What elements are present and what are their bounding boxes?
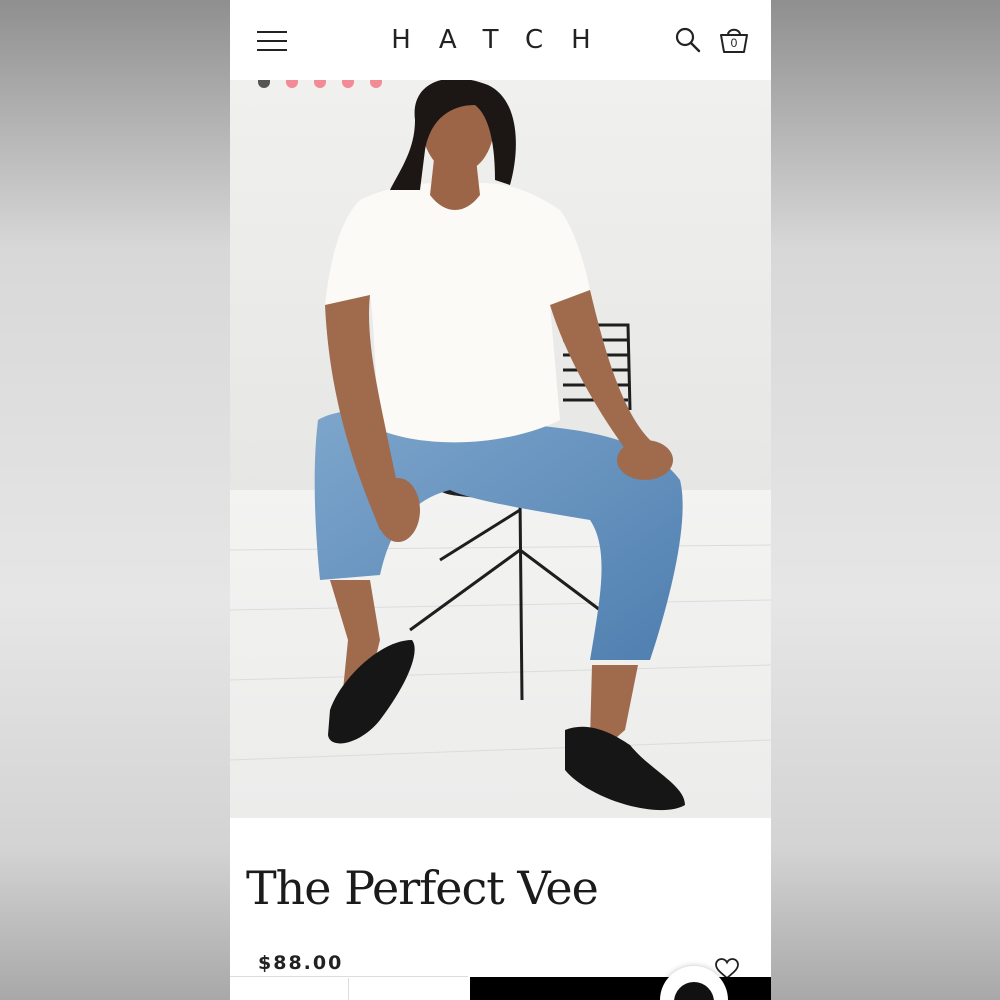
background-blur-left (0, 0, 230, 1000)
hamburger-menu-icon[interactable] (257, 29, 287, 53)
divider (348, 978, 349, 1000)
product-price: $88.00 (258, 952, 344, 974)
brand-logo[interactable]: HATCH (380, 24, 630, 56)
shopping-bag-icon[interactable]: 0 (717, 24, 751, 56)
search-icon[interactable] (674, 26, 702, 54)
mobile-product-page: HATCH 0 The Perfect Vee $88.00 (230, 0, 771, 1000)
divider (230, 976, 468, 977)
background-blur-right (771, 0, 1000, 1000)
cart-count: 0 (730, 36, 738, 50)
product-image[interactable] (230, 80, 771, 818)
chat-icon-inner (674, 982, 714, 1000)
site-header: HATCH 0 (230, 0, 771, 80)
product-photo (230, 80, 771, 818)
product-title: The Perfect Vee (246, 861, 599, 915)
